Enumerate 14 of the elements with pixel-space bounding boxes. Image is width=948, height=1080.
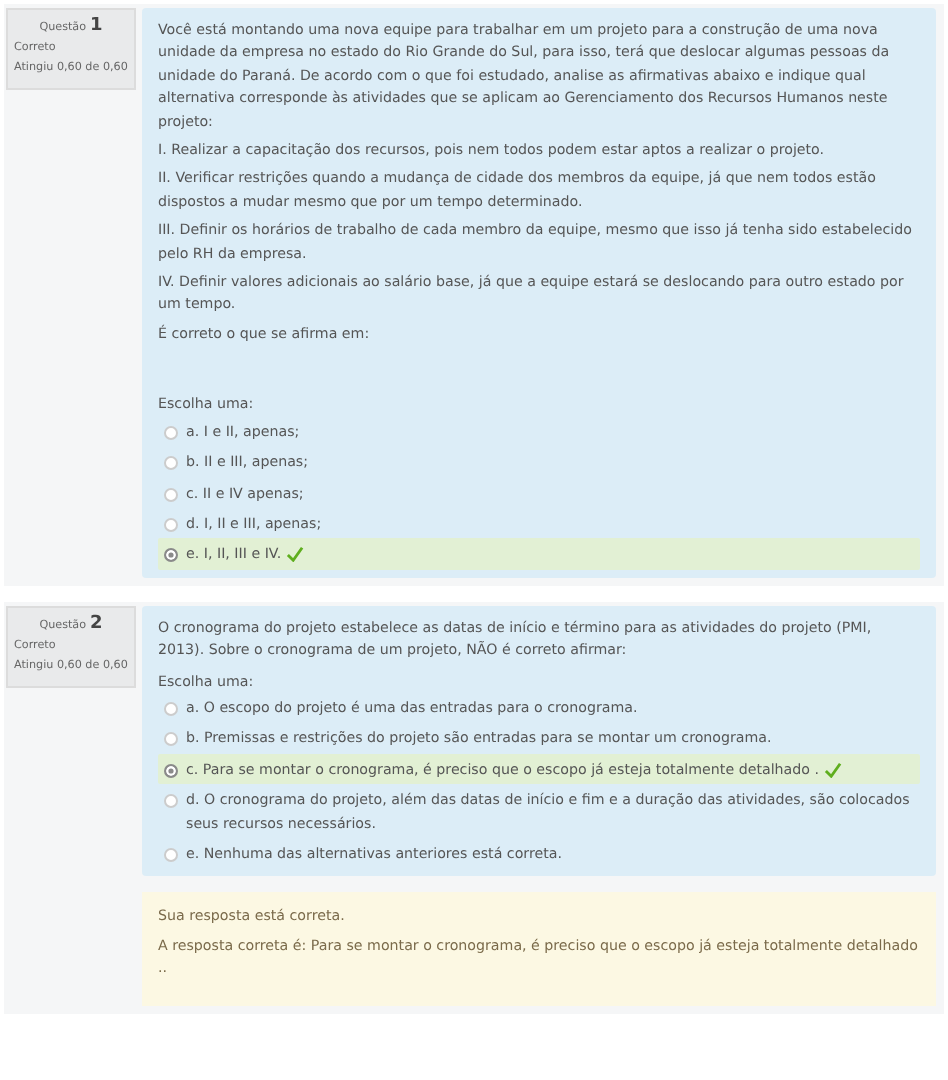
radio-button[interactable]	[164, 763, 178, 778]
radio-button[interactable]	[164, 487, 178, 501]
radio-button[interactable]	[164, 517, 178, 532]
check-icon	[285, 546, 304, 563]
radio-button[interactable]	[164, 732, 178, 747]
radio-button[interactable]	[164, 701, 178, 716]
question-number: 1	[90, 16, 103, 36]
check-icon	[823, 761, 842, 778]
radio-button[interactable]	[164, 794, 178, 809]
question-number: 2	[90, 613, 103, 634]
radio-button[interactable]	[164, 456, 178, 471]
radio-button[interactable]	[164, 425, 178, 440]
radio-button[interactable]	[164, 847, 178, 862]
radio-button[interactable]	[164, 548, 178, 563]
